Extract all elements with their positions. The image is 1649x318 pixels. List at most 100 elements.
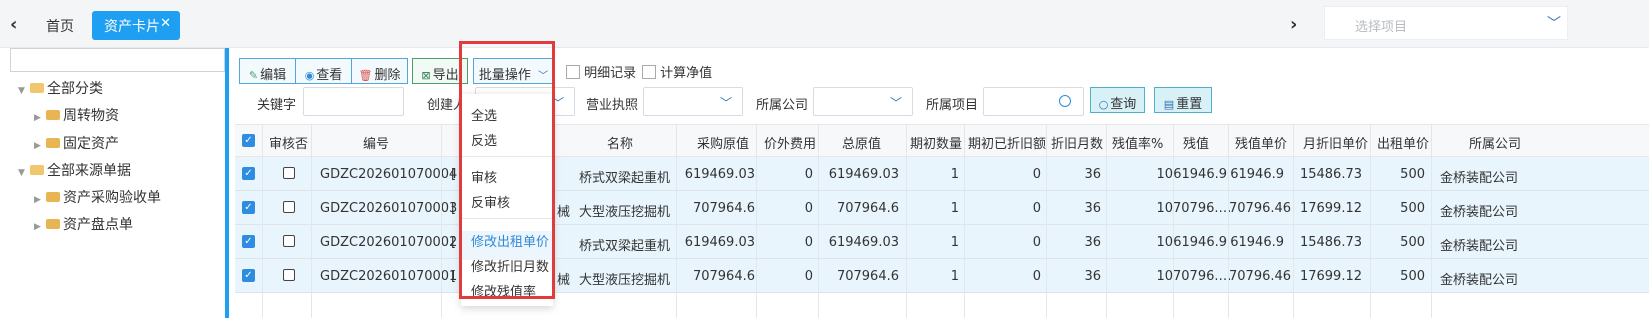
calc-net-checkbox[interactable]: 计算净值 [642, 62, 712, 81]
expand-icon[interactable]: ▼ [18, 86, 30, 96]
cell-purchase: 619469.03 [684, 167, 755, 182]
column-header[interactable]: 编号 [363, 133, 389, 152]
project-search-input[interactable] [983, 87, 1084, 116]
column-divider [964, 124, 965, 318]
tree-node-all-sources[interactable]: ▼ 全部来源单据 [18, 160, 131, 180]
tab-asset-card-label: 资产卡片 [104, 19, 160, 35]
collapse-icon[interactable]: ▶ [34, 195, 46, 205]
column-header[interactable]: 所属公司 [1469, 133, 1521, 152]
keyword-input[interactable] [303, 87, 404, 116]
cell-company: 金桥装配公司 [1440, 273, 1519, 288]
column-divider [818, 124, 819, 318]
reset-button[interactable]: ▤ 重置 [1154, 87, 1212, 113]
cell-qty: 1 [950, 269, 959, 284]
table-row[interactable]: ✓ GDZC202601070002 [ 桥式双梁起重机 619469.03 0… [235, 225, 1649, 259]
table-row[interactable]: ✓ GDZC202601070004 [ 桥式双梁起重机 619469.03 0… [235, 157, 1649, 191]
row-checkbox[interactable]: ✓ [242, 167, 255, 180]
column-header[interactable]: 月折旧单价 [1303, 133, 1368, 152]
cell-extra: 0 [804, 167, 813, 182]
column-header[interactable]: 采购原值 [697, 133, 749, 152]
project-select[interactable]: 选择项目 ﹀ [1324, 6, 1568, 40]
column-header[interactable]: 期初数量 [910, 133, 962, 152]
delete-button[interactable]: 🗑 删除 [351, 58, 408, 84]
view-button[interactable]: ◉ 查看 [295, 58, 352, 84]
cell-company: 金桥装配公司 [1440, 171, 1519, 186]
cell-code: GDZC202601070003 [320, 201, 458, 216]
row-checkbox[interactable]: ✓ [242, 269, 255, 282]
tree-node-fixed-assets[interactable]: ▶ 固定资产 [34, 133, 119, 153]
company-label: 所属公司 [756, 98, 809, 113]
tree-node-purchase-acceptance[interactable]: ▶ 资产采购验收单 [34, 187, 161, 207]
cell-partial: [ [451, 269, 457, 284]
cell-rent: 500 [1400, 235, 1425, 250]
row-checkbox[interactable]: ✓ [242, 235, 255, 248]
column-divider [1173, 124, 1174, 318]
column-header[interactable]: 总原值 [842, 133, 881, 152]
cell-monthly: 15486.73 [1299, 167, 1362, 182]
cell-partial: 械 [557, 205, 571, 220]
project-label: 所属项目 [926, 98, 979, 113]
column-header[interactable]: 期初已折旧额 [968, 133, 1046, 152]
column-header[interactable]: 出租单价 [1377, 133, 1429, 152]
column-header[interactable]: 残值率% [1112, 133, 1163, 152]
checkbox[interactable] [642, 65, 656, 79]
tab-bar: ‹ 首页 资产卡片 ✕ › 选择项目 ﹀ [0, 0, 1649, 48]
audit-checkbox[interactable] [283, 235, 295, 247]
cell-residual: 70796.… [1173, 269, 1232, 284]
collapse-icon[interactable]: ▶ [34, 222, 46, 232]
tree-search-input[interactable] [10, 48, 225, 72]
checkbox[interactable] [566, 65, 580, 79]
expand-icon[interactable]: ▼ [18, 168, 30, 178]
panel-splitter[interactable] [225, 48, 229, 318]
column-header[interactable]: 残值 [1183, 133, 1209, 152]
collapse-icon[interactable]: ▶ [34, 113, 46, 123]
cell-qty: 1 [950, 235, 959, 250]
license-select[interactable]: ﹀ [643, 87, 743, 116]
audit-checkbox[interactable] [283, 167, 295, 179]
column-header[interactable]: 审核否 [269, 133, 308, 152]
column-header[interactable]: 名称 [607, 133, 633, 152]
tab-home[interactable]: 首页 [46, 16, 74, 36]
cell-total: 707964.6 [836, 269, 899, 284]
cell-dep-init: 0 [1032, 201, 1041, 216]
column-divider [1228, 124, 1229, 318]
table-row[interactable]: ✓ GDZC202601070003 [ 械 大型液压挖掘机 707964.6 … [235, 191, 1649, 225]
detail-record-checkbox[interactable]: 明细记录 [566, 62, 636, 81]
cell-dep-init: 0 [1032, 167, 1041, 182]
chevron-left-icon[interactable]: ‹ [10, 14, 17, 35]
column-header[interactable]: 残值单价 [1235, 133, 1287, 152]
close-icon[interactable]: ✕ [160, 16, 171, 31]
company-select[interactable]: ﹀ [813, 87, 913, 116]
cell-months: 36 [1084, 201, 1101, 216]
tree-node-inventory[interactable]: ▶ 资产盘点单 [34, 214, 133, 234]
collapse-icon[interactable]: ▶ [34, 141, 46, 151]
audit-checkbox[interactable] [283, 201, 295, 213]
tab-asset-card[interactable]: 资产卡片 ✕ [92, 11, 180, 40]
chevron-down-icon: ﹀ [889, 96, 902, 110]
project-select-placeholder: 选择项目 [1355, 20, 1408, 35]
chevron-right-icon[interactable]: › [1290, 14, 1297, 35]
tree-node-turnover[interactable]: ▶ 周转物资 [34, 105, 119, 125]
query-button[interactable]: ○ 查询 [1090, 87, 1145, 113]
license-label: 营业执照 [586, 98, 639, 113]
column-divider [676, 124, 677, 318]
tree-node-all-categories[interactable]: ▼ 全部分类 [18, 78, 103, 98]
column-header[interactable]: 价外费用 [764, 133, 816, 152]
cell-extra: 0 [804, 269, 813, 284]
cell-rent: 500 [1400, 167, 1425, 182]
table-row[interactable]: ✓ GDZC202601070001 [ 械 大型液压挖掘机 707964.6 … [235, 259, 1649, 293]
excel-icon: ⊠ [421, 69, 431, 82]
audit-checkbox[interactable] [283, 269, 295, 281]
cell-name: 桥式双梁起重机 [579, 171, 671, 186]
cell-residual: 61946.9 [1173, 235, 1227, 250]
select-all-checkbox[interactable]: ✓ [242, 134, 255, 147]
column-header[interactable]: 折旧月数 [1051, 133, 1103, 152]
search-icon[interactable] [1059, 95, 1071, 107]
cell-months: 36 [1084, 269, 1101, 284]
row-checkbox[interactable]: ✓ [242, 201, 255, 214]
cell-partial: [ [451, 167, 457, 182]
edit-button[interactable]: ✎ 编辑 [239, 58, 296, 84]
eye-icon: ◉ [304, 69, 315, 82]
cell-purchase: 707964.6 [692, 269, 755, 284]
cell-name: 大型液压挖掘机 [579, 273, 671, 288]
